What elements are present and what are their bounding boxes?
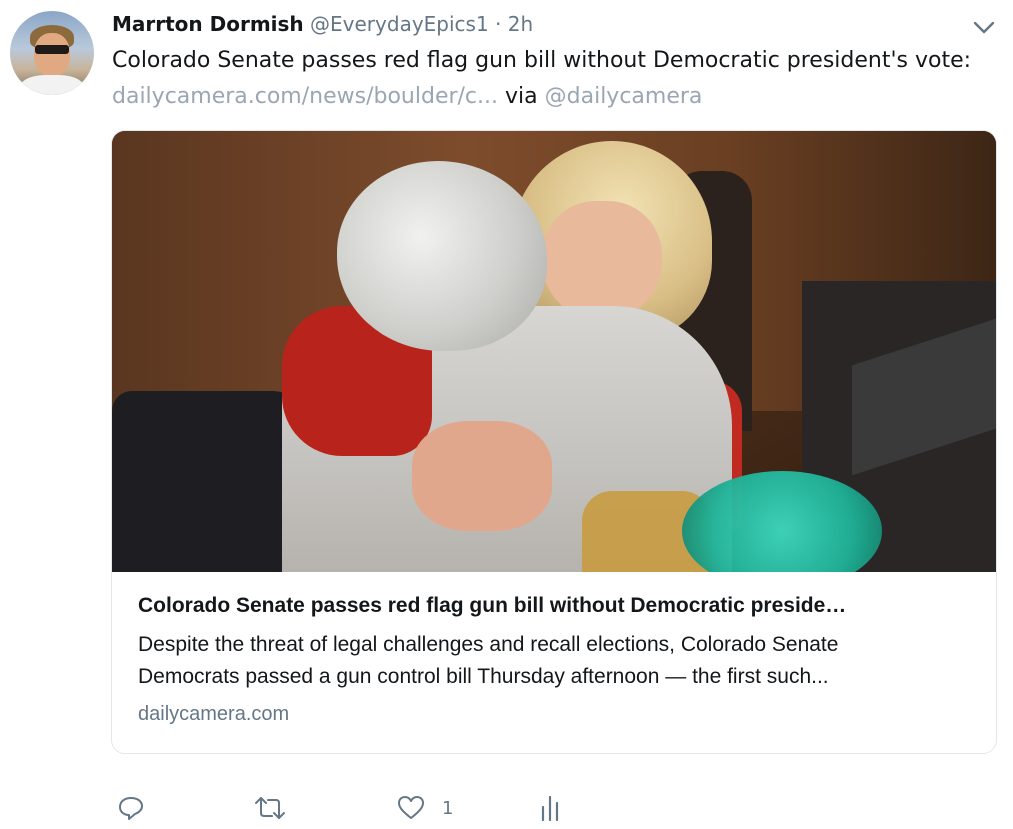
via-label: via [505, 84, 538, 109]
avatar-sunglasses [35, 45, 69, 54]
card-description: Despite the threat of legal challenges a… [138, 629, 978, 693]
tweet-header: Marrton Dormish @EverydayEpics1 · 2h [112, 10, 533, 38]
chevron-down-icon[interactable] [972, 18, 996, 36]
card-description-line: Despite the threat of legal challenges a… [138, 633, 839, 656]
author-handle[interactable]: @EverydayEpics1 [310, 12, 489, 36]
article-link[interactable]: dailycamera.com/news/boulder/c... [112, 84, 498, 109]
via-handle-link[interactable]: @dailycamera [545, 84, 703, 109]
avatar-face [34, 33, 70, 77]
image-smiling-face [542, 201, 662, 321]
retweet-button[interactable] [252, 790, 288, 826]
heart-icon [396, 793, 426, 823]
card-title: Colorado Senate passes red flag gun bill… [138, 594, 847, 617]
tweet-timestamp[interactable]: 2h [508, 12, 533, 36]
like-button[interactable]: 1 [396, 790, 453, 826]
card-image[interactable] [112, 131, 996, 572]
retweet-icon [252, 793, 288, 823]
avatar-shirt [20, 75, 84, 95]
link-preview-card[interactable]: Colorado Senate passes red flag gun bill… [111, 130, 997, 754]
card-body: Colorado Senate passes red flag gun bill… [138, 591, 978, 729]
tweet-actions: 1 [0, 790, 1013, 826]
analytics-button[interactable] [538, 790, 562, 826]
reply-icon [116, 793, 146, 823]
image-white-hair [337, 161, 547, 351]
image-hands [412, 421, 552, 531]
tweet-text: Colorado Senate passes red flag gun bill… [112, 48, 972, 73]
card-domain: dailycamera.com [138, 703, 290, 725]
author-name[interactable]: Marrton Dormish [112, 12, 304, 36]
like-count: 1 [442, 797, 454, 819]
card-description-line: Democrats passed a gun control bill Thur… [138, 665, 829, 688]
tweet-link-line: dailycamera.com/news/boulder/c... via @d… [112, 82, 702, 112]
analytics-icon [538, 793, 562, 823]
header-separator: · [495, 12, 502, 36]
reply-button[interactable] [116, 790, 146, 826]
author-avatar[interactable] [10, 11, 94, 95]
